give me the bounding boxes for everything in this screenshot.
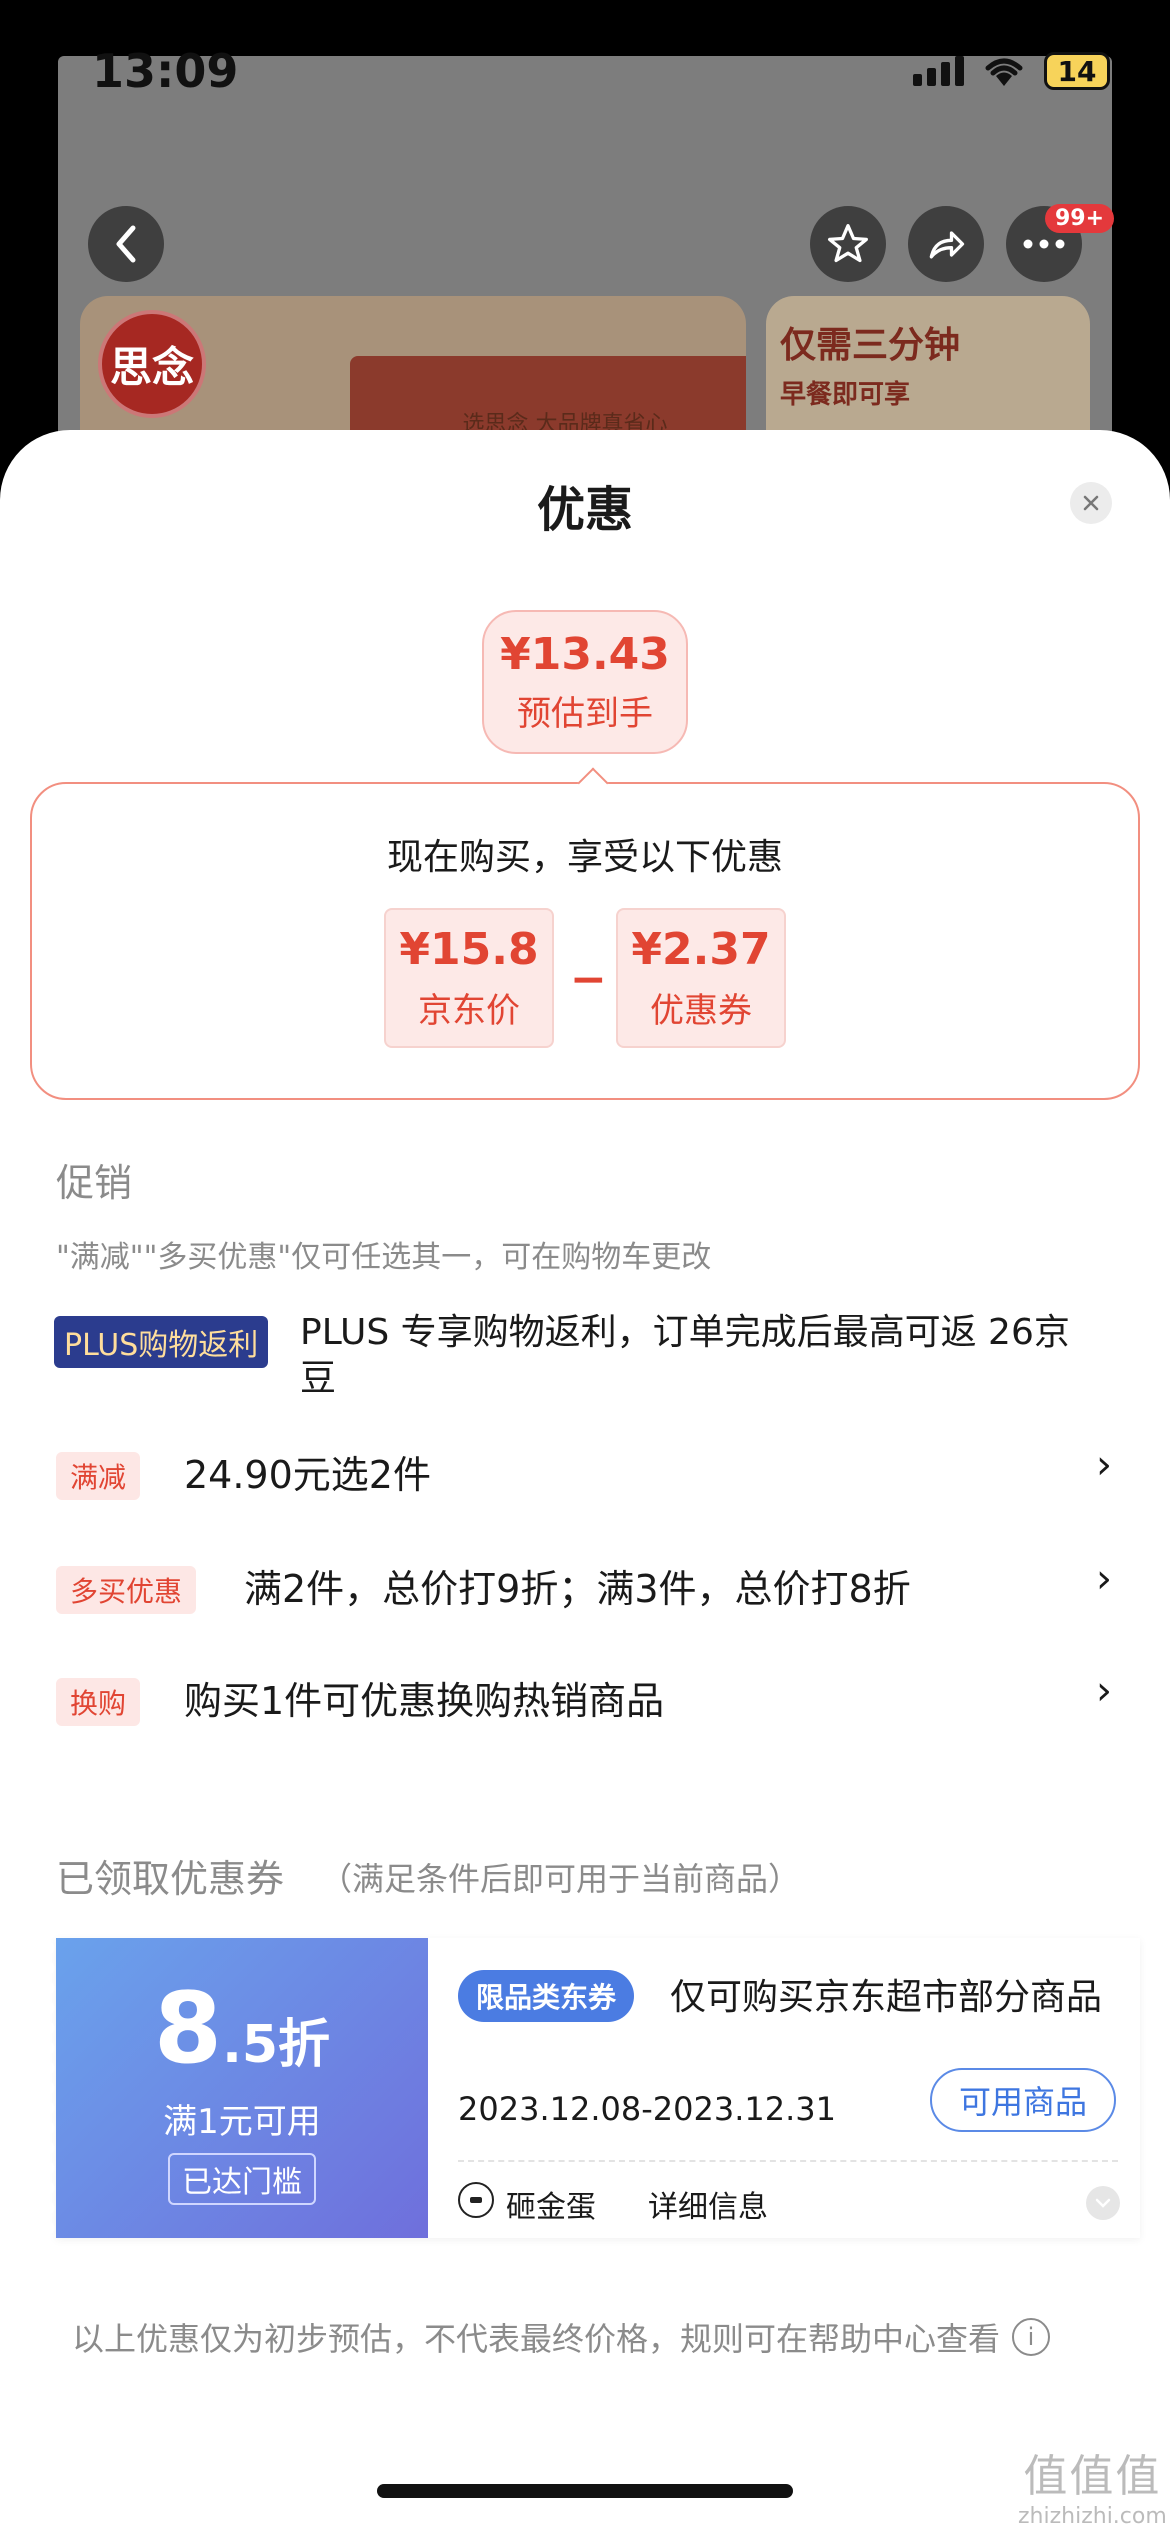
coupon-type-badge: 限品类东券 — [458, 1970, 635, 2022]
coupon-scallop-edge — [48, 1938, 64, 2238]
discount-sheet: 优惠 ¥13.43 预估到手 现在购买，享受以下优惠 ¥15.8 京东价 − ¥… — [0, 430, 1170, 2532]
chevron-right-icon: › — [1096, 1556, 1112, 1602]
promo-text: 24.90元选2件 — [184, 1453, 431, 1497]
more-icon — [1023, 239, 1065, 249]
message-badge: 99+ — [1045, 204, 1115, 233]
favorite-button[interactable] — [810, 206, 886, 282]
wifi-icon — [985, 58, 1023, 86]
plus-rebate-text: PLUS 专享购物返利，订单完成后最高可返 26京豆 — [300, 1312, 1070, 1399]
coupon-divider — [458, 2160, 1118, 2162]
egg-icon — [470, 2197, 482, 2203]
brand-logo: 思念 — [98, 310, 206, 418]
coupon-card: 8 .5折 满1元可用 已达门槛 限品类东券 仅可购买京东超市部分商品 2023… — [48, 1938, 1140, 2238]
promo-tag: 满减 — [56, 1452, 141, 1500]
coupon-value-card: ¥2.37 优惠券 — [616, 908, 786, 1048]
plus-rebate-tag: PLUS购物返利 — [54, 1316, 269, 1368]
coupons-subtitle: （满足条件后即可用于当前商品） — [320, 1860, 801, 1898]
minus-sign: − — [570, 954, 607, 1005]
watermark: 值值值 zhizhizhi.com — [1018, 2440, 1167, 2529]
status-time: 13:09 — [92, 44, 239, 98]
golden-egg-icon[interactable] — [458, 2182, 494, 2218]
chevron-left-icon — [116, 225, 136, 263]
info-icon[interactable]: i — [1012, 2318, 1051, 2356]
sheet-title: 优惠 — [536, 482, 633, 538]
discount-main: 8 — [153, 1971, 223, 2086]
coupon-validity: 2023.12.08-2023.12.31 — [458, 2090, 836, 2128]
coupon-value: ¥2.37 — [631, 924, 771, 975]
promo-row-multi-buy[interactable]: 多买优惠 满2件，总价打9折；满3件，总价打8折 › — [0, 1546, 1170, 1626]
promo-text: 满2件，总价打9折；满3件，总价打8折 — [244, 1567, 911, 1611]
promo-tag: 多买优惠 — [56, 1566, 197, 1614]
golden-egg-link[interactable]: 砸金蛋 — [506, 2182, 596, 2226]
back-button[interactable] — [88, 206, 164, 282]
close-icon — [1083, 495, 1099, 511]
coupon-discount: 8 .5折 — [154, 1972, 330, 2086]
share-icon — [929, 231, 965, 259]
estimated-price-pill: ¥13.43 预估到手 — [482, 610, 688, 754]
estimated-price: ¥13.43 — [500, 629, 670, 680]
promo-tag: 换购 — [56, 1678, 141, 1726]
coupon-status: 已达门槛 — [168, 2152, 316, 2205]
estimated-price-label: 预估到手 — [517, 694, 653, 734]
price-breakdown: 现在购买，享受以下优惠 ¥15.8 京东价 − ¥2.37 优惠券 — [30, 767, 1140, 1100]
promo-row-full-reduction[interactable]: 满减 24.90元选2件 › — [0, 1432, 1170, 1512]
promo-row-exchange[interactable]: 换购 购买1件可优惠换购热销商品 › — [0, 1658, 1170, 1738]
home-indicator[interactable] — [377, 2484, 793, 2498]
chevron-right-icon: › — [1096, 1668, 1112, 1714]
watermark-logo: 值值值 — [1023, 2451, 1162, 2502]
chevron-right-icon: › — [1096, 1442, 1112, 1488]
signal-icon — [913, 56, 964, 86]
promotions-title: 促销 — [56, 1161, 133, 1205]
disclaimer-text: 以上优惠仅为初步预估，不代表最终价格，规则可在帮助中心查看 — [72, 2320, 1001, 2358]
jd-price-card: ¥15.8 京东价 — [384, 908, 554, 1048]
coupon-discount-panel: 8 .5折 满1元可用 已达门槛 — [48, 1938, 428, 2238]
promo-banner-subtitle: 早餐即可享 — [780, 380, 911, 410]
coupon-condition: 满1元可用 — [163, 2101, 321, 2142]
close-button[interactable] — [1070, 482, 1112, 524]
star-icon — [828, 224, 868, 263]
promo-text: 购买1件可优惠换购热销商品 — [184, 1679, 665, 1723]
watermark-url: zhizhizhi.com — [1018, 2504, 1167, 2529]
chevron-down-icon — [1095, 2198, 1111, 2208]
usable-products-button[interactable]: 可用商品 — [930, 2068, 1116, 2132]
screen: 13:09 14 99+ 选思念 大品牌真省心 思念 仅需三分钟 早餐即可享 优… — [0, 0, 1170, 2532]
disclaimer: 以上优惠仅为初步预估，不代表最终价格，规则可在帮助中心查看 i — [72, 2314, 1051, 2360]
promo-banner-title: 仅需三分钟 — [780, 325, 961, 366]
coupon-description: 仅可购买京东超市部分商品 — [670, 1977, 1103, 2018]
promotions-note: "满减""多买优惠"仅可任选其一，可在购物车更改 — [56, 1240, 712, 1275]
share-button[interactable] — [908, 206, 984, 282]
details-link[interactable]: 详细信息 — [648, 2182, 768, 2226]
jd-price-value: ¥15.8 — [399, 924, 539, 975]
coupons-title: 已领取优惠券 — [56, 1857, 285, 1901]
expand-icon[interactable] — [1086, 2186, 1120, 2220]
breakdown-heading: 现在购买，享受以下优惠 — [386, 837, 783, 878]
status-icons: 14 — [913, 52, 1110, 90]
coupon-value-label: 优惠券 — [650, 991, 752, 1031]
battery-icon: 14 — [1044, 52, 1110, 90]
breakdown-notch — [577, 767, 609, 799]
jd-price-label: 京东价 — [418, 991, 520, 1031]
discount-rest: .5折 — [222, 2014, 331, 2075]
